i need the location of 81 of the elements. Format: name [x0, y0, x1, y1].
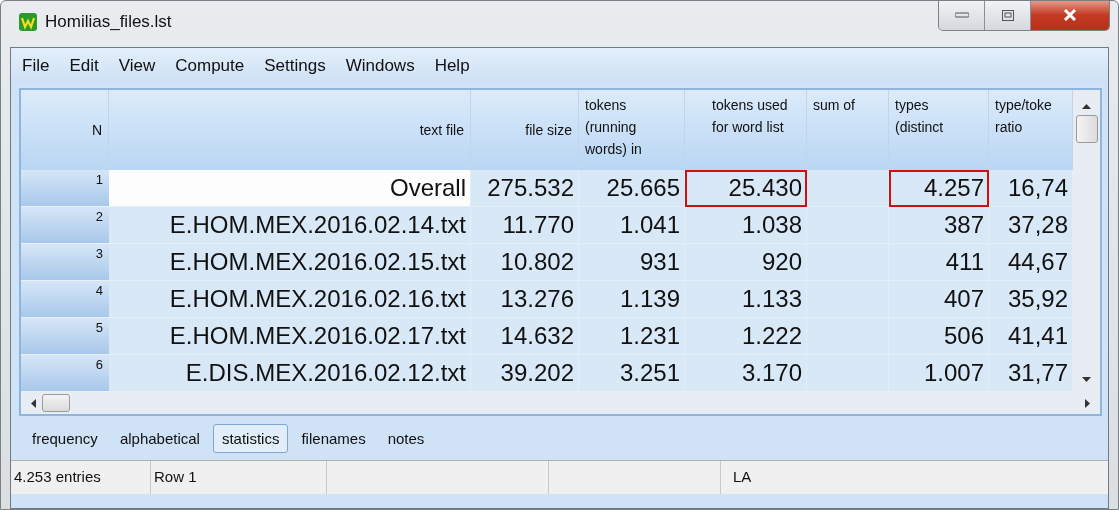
table-cell: E.DIS.MEX.2016.02.12.txt	[109, 355, 471, 392]
table-cell: 1.231	[579, 318, 685, 355]
table-cell: 506	[889, 318, 989, 355]
maximize-icon	[1001, 9, 1014, 21]
table-cell: 1.041	[579, 207, 685, 244]
table-cell: 3.251	[579, 355, 685, 392]
row-number[interactable]: 5	[21, 318, 109, 355]
scroll-up-icon	[1082, 104, 1091, 109]
scroll-right-icon	[1085, 398, 1090, 408]
table-cell: 4.257	[889, 170, 989, 207]
row-number[interactable]: 4	[21, 281, 109, 318]
table-cell: 35,92	[989, 281, 1073, 318]
column-header[interactable]: tokens used for word list	[685, 90, 807, 170]
close-icon	[1063, 9, 1077, 21]
row-number[interactable]: 6	[21, 355, 109, 392]
table-cell: 387	[889, 207, 989, 244]
table-cell: 3.170	[685, 355, 807, 392]
menu-item[interactable]: File	[22, 56, 50, 76]
table-cell: 931	[579, 244, 685, 281]
column-header[interactable]: sum of	[807, 90, 889, 170]
column-header[interactable]: types (distinct	[889, 90, 989, 170]
table-cell: 41,41	[989, 318, 1073, 355]
table-cell: 10.802	[471, 244, 579, 281]
status-text: Row 1	[151, 461, 327, 494]
column-header[interactable]: file size	[471, 90, 579, 170]
menu-item[interactable]: Settings	[264, 56, 326, 76]
menu-item[interactable]: Help	[434, 56, 470, 76]
menu-item[interactable]: Compute	[175, 56, 245, 76]
table-cell: 1.222	[685, 318, 807, 355]
horizontal-scrollbar[interactable]	[21, 392, 1100, 414]
status-text: LA	[732, 467, 753, 487]
close-button[interactable]	[1031, 1, 1109, 30]
table-cell: 920	[685, 244, 807, 281]
column-header[interactable]: N	[21, 90, 109, 170]
table-cell: 14.632	[471, 318, 579, 355]
tab[interactable]: notes	[378, 423, 434, 453]
table-cell: 275.532	[471, 170, 579, 207]
column-header[interactable]: tokens (running words) in	[579, 90, 685, 170]
table-cell: 1.038	[685, 207, 807, 244]
table-cell: E.HOM.MEX.2016.02.15.txt	[109, 244, 471, 281]
scroll-down-icon	[1082, 377, 1091, 382]
table-cell: 37,28	[989, 207, 1073, 244]
row-number[interactable]: 2	[21, 207, 109, 244]
menu-item[interactable]: Edit	[69, 56, 99, 76]
table-cell: 1.133	[685, 281, 807, 318]
tab[interactable]: alphabetical	[110, 423, 209, 453]
table-cell: E.HOM.MEX.2016.02.16.txt	[109, 281, 471, 318]
table-cell: 39.202	[471, 355, 579, 392]
table-cell: 1.139	[579, 281, 685, 318]
table-cell: Overall	[109, 170, 471, 207]
table-cell: 16,74	[989, 170, 1073, 207]
table-cell: 11.770	[471, 207, 579, 244]
table-cell: 31,77	[989, 355, 1073, 392]
table-cell: 25.430	[685, 170, 807, 207]
minimize-button[interactable]	[939, 1, 985, 30]
table-cell: 44,67	[989, 244, 1073, 281]
table-cell: 411	[889, 244, 989, 281]
row-number[interactable]: 3	[21, 244, 109, 281]
menu-item[interactable]: View	[118, 56, 156, 76]
tab[interactable]: statistics	[212, 423, 289, 453]
window-title: Homilias_files.lst	[45, 12, 172, 32]
column-header[interactable]: type/toke ratio	[989, 90, 1073, 170]
table-cell: E.HOM.MEX.2016.02.17.txt	[109, 318, 471, 355]
menu-item[interactable]: Windows	[345, 56, 415, 76]
table-cell: E.HOM.MEX.2016.02.14.txt	[109, 207, 471, 244]
tab[interactable]: filenames	[292, 423, 375, 453]
minimize-icon	[954, 12, 969, 18]
table-cell: 13.276	[471, 281, 579, 318]
scroll-left-icon	[31, 398, 36, 408]
status-text: 4.253 entries	[11, 461, 151, 494]
scroll-thumb[interactable]	[1075, 115, 1098, 143]
tab[interactable]: frequency	[23, 423, 107, 453]
row-number[interactable]: 1	[21, 170, 109, 207]
table-cell: 1.007	[889, 355, 989, 392]
column-header[interactable]: text file	[109, 90, 471, 170]
maximize-button[interactable]	[985, 1, 1031, 30]
table-cell: 25.665	[579, 170, 685, 207]
vertical-scrollbar[interactable]	[1073, 90, 1100, 392]
app-icon	[19, 13, 37, 31]
scroll-thumb[interactable]	[42, 394, 70, 412]
table-cell: 407	[889, 281, 989, 318]
